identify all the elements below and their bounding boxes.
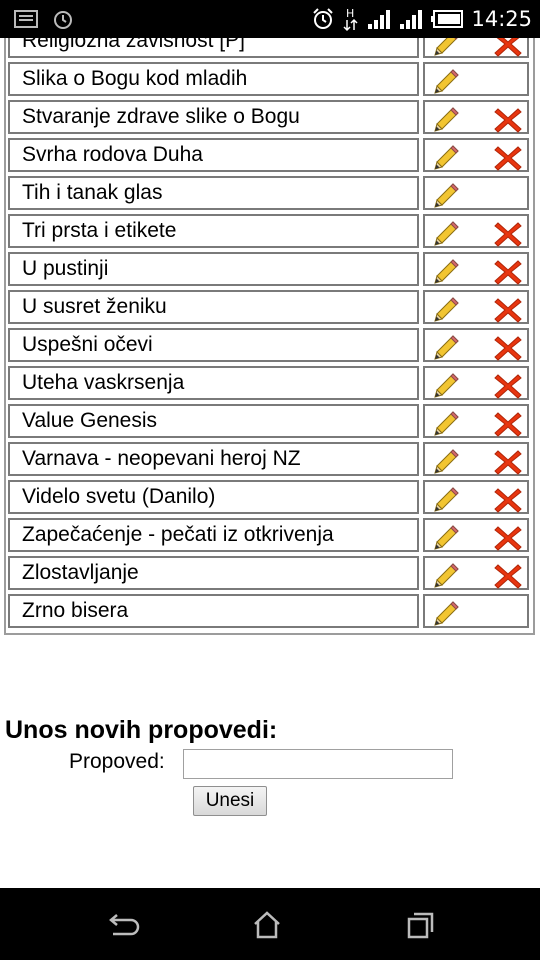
back-icon[interactable] [101, 908, 141, 942]
table-row: Value Genesis [8, 404, 529, 438]
row-actions [423, 100, 529, 134]
sermon-title: U pustinji [8, 252, 420, 286]
notification-icon [14, 10, 38, 28]
delete-icon[interactable] [493, 334, 523, 362]
delete-icon[interactable] [493, 410, 523, 438]
new-sermon-heading: Unos novih propovedi: [5, 716, 278, 744]
delete-icon[interactable] [493, 106, 523, 134]
pencil-icon[interactable] [433, 409, 461, 437]
row-actions [423, 366, 529, 400]
sermon-title: Zlostavljanje [8, 556, 420, 590]
row-actions [423, 290, 529, 324]
sermon-table: Religiozna zavisnost [P] Slika o Bogu kod… [4, 38, 535, 635]
table-row: Stvaranje zdrave slike o Bogu [8, 100, 529, 134]
alarm-icon [313, 8, 334, 29]
sermon-title: Tih i tanak glas [8, 176, 420, 210]
recent-apps-icon[interactable] [400, 908, 440, 942]
delete-icon[interactable] [493, 562, 523, 590]
sermon-title: Uspešni očevi [8, 328, 420, 362]
row-actions [423, 480, 529, 514]
pencil-icon[interactable] [433, 257, 461, 285]
sermon-title: Tri prsta i etikete [8, 214, 420, 248]
delete-icon[interactable] [493, 372, 523, 400]
table-row: Svrha rodova Duha [8, 138, 529, 172]
sermon-title: Varnava - neopevani heroj NZ [8, 442, 420, 476]
pencil-icon[interactable] [433, 561, 461, 589]
row-actions [423, 518, 529, 552]
table-row: Tih i tanak glas [8, 176, 529, 210]
table-row: Slika o Bogu kod mladih [8, 62, 529, 96]
table-row: Videlo svetu (Danilo) [8, 480, 529, 514]
pencil-icon[interactable] [433, 523, 461, 551]
pencil-icon[interactable] [433, 219, 461, 247]
row-actions [423, 594, 529, 628]
pencil-icon[interactable] [433, 105, 461, 133]
row-actions [423, 176, 529, 210]
sermon-title: Uteha vaskrsenja [8, 366, 420, 400]
row-actions [423, 38, 529, 58]
table-row: U susret ženiku [8, 290, 529, 324]
sermon-title: Slika o Bogu kod mladih [8, 62, 420, 96]
row-actions [423, 556, 529, 590]
pencil-icon[interactable] [433, 295, 461, 323]
delete-icon[interactable] [493, 258, 523, 286]
sermon-input[interactable] [183, 749, 453, 779]
signal-icon [368, 10, 391, 29]
pencil-icon[interactable] [433, 485, 461, 513]
table-row: Tri prsta i etikete [8, 214, 529, 248]
row-actions [423, 138, 529, 172]
table-row: Zlostavljanje [8, 556, 529, 590]
table-row: Uteha vaskrsenja [8, 366, 529, 400]
battery-icon [431, 10, 464, 28]
row-actions [423, 62, 529, 96]
status-bar: H 14:25 [0, 0, 540, 38]
clock: 14:25 [471, 7, 532, 31]
delete-icon[interactable] [493, 448, 523, 476]
row-actions [423, 404, 529, 438]
pencil-icon[interactable] [433, 38, 461, 57]
sermon-title: U susret ženiku [8, 290, 420, 324]
table-row: Varnava - neopevani heroj NZ [8, 442, 529, 476]
hspa-data-icon: H [343, 7, 358, 32]
delete-icon[interactable] [493, 144, 523, 172]
sermon-title: Stvaranje zdrave slike o Bogu [8, 100, 420, 134]
row-actions [423, 442, 529, 476]
submit-button[interactable]: Unesi [193, 786, 267, 816]
navigation-bar [0, 888, 540, 960]
delete-icon[interactable] [493, 38, 523, 58]
row-actions [423, 252, 529, 286]
pencil-icon[interactable] [433, 67, 461, 95]
row-actions [423, 328, 529, 362]
home-icon[interactable] [247, 908, 287, 942]
page-content: Religiozna zavisnost [P] Slika o Bogu kod… [0, 38, 540, 888]
delete-icon[interactable] [493, 296, 523, 324]
sermon-title: Svrha rodova Duha [8, 138, 420, 172]
sermon-title: Zrno bisera [8, 594, 420, 628]
table-row: Religiozna zavisnost [P] [8, 38, 529, 58]
pencil-icon[interactable] [433, 143, 461, 171]
pencil-icon[interactable] [433, 181, 461, 209]
delete-icon[interactable] [493, 486, 523, 514]
signal-icon [400, 10, 423, 29]
row-actions [423, 214, 529, 248]
sermon-title: Zapečaćenje - pečati iz otkrivenja [8, 518, 420, 552]
table-row: U pustinji [8, 252, 529, 286]
pencil-icon[interactable] [433, 333, 461, 361]
table-row: Zrno bisera [8, 594, 529, 628]
sermon-field-label: Propoved: [69, 750, 165, 773]
alarm-icon [54, 11, 72, 29]
table-row: Zapečaćenje - pečati iz otkrivenja [8, 518, 529, 552]
pencil-icon[interactable] [433, 599, 461, 627]
svg-text:H: H [346, 7, 354, 20]
delete-icon[interactable] [493, 524, 523, 552]
sermon-title: Religiozna zavisnost [P] [8, 38, 420, 58]
delete-icon[interactable] [493, 220, 523, 248]
table-row: Uspešni očevi [8, 328, 529, 362]
pencil-icon[interactable] [433, 447, 461, 475]
pencil-icon[interactable] [433, 371, 461, 399]
sermon-title: Value Genesis [8, 404, 420, 438]
sermon-title: Videlo svetu (Danilo) [8, 480, 420, 514]
